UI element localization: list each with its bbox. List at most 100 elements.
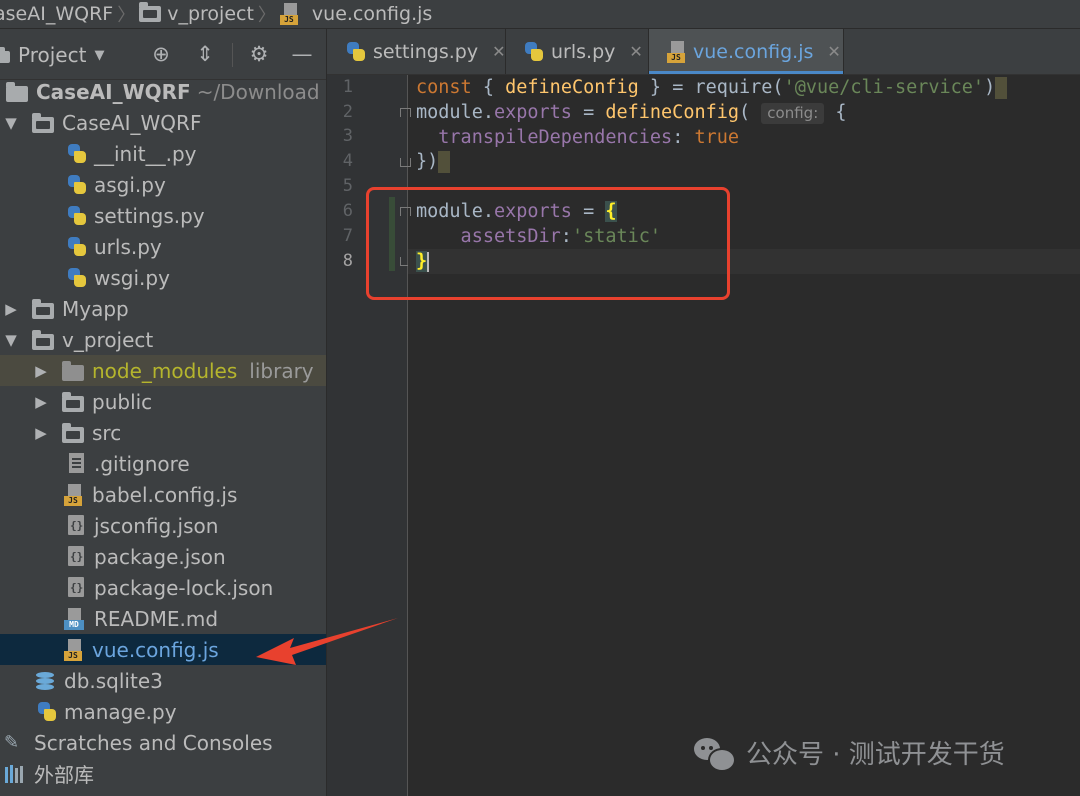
python-file-icon: [66, 236, 88, 258]
code-line-2: module.exports = defineConfig( config: {: [416, 100, 847, 125]
tree-item-v-project[interactable]: ▼ v_project: [0, 324, 326, 355]
code-editor[interactable]: 1 2 3 4 5 6 7 8 const { defineConfig } =…: [327, 75, 1080, 796]
json-file-icon: {}: [66, 576, 88, 599]
folder-icon: [32, 298, 54, 319]
tree-item-label: __init__.py: [94, 141, 197, 166]
tree-item-urls-py[interactable]: urls.py: [0, 231, 326, 262]
tree-item-label: asgi.py: [94, 172, 166, 197]
tree-item-scratches[interactable]: ✎ Scratches and Consoles: [0, 727, 326, 758]
tree-item-external-libraries[interactable]: 外部库: [0, 758, 326, 789]
code-token: :: [672, 127, 695, 148]
folder-icon: [6, 81, 28, 102]
tree-item-myapp[interactable]: ▶ Myapp: [0, 293, 326, 324]
breadcrumb-file-label: vue.config.js: [311, 3, 433, 25]
fold-end-icon[interactable]: [399, 155, 411, 169]
tree-item-jsconfig[interactable]: {} jsconfig.json: [0, 510, 326, 541]
code-line-4: }): [416, 149, 451, 174]
tree-item-label: CaseAI_WQRF: [62, 110, 202, 135]
tree-item-label: v_project: [62, 327, 154, 352]
tree-item-root[interactable]: CaseAI_WQRF ~/Download: [0, 76, 326, 107]
js-file-icon: JS: [64, 483, 84, 506]
python-file-icon: [66, 267, 88, 289]
collapse-all-button[interactable]: ⇕: [192, 41, 218, 67]
close-icon[interactable]: ✕: [629, 42, 642, 61]
tree-item-label: settings.py: [94, 203, 205, 228]
python-file-icon: [66, 205, 88, 227]
module-folder-icon: [32, 112, 54, 133]
tab-settings-py[interactable]: settings.py ✕: [327, 29, 506, 74]
breadcrumb-file[interactable]: JS vue.config.js: [279, 3, 433, 25]
tree-item-label: wsgi.py: [94, 265, 170, 290]
scratches-icon: ✎: [4, 731, 20, 753]
folder-icon: [62, 391, 84, 412]
locate-file-button[interactable]: ⊕: [148, 41, 174, 67]
tree-item-init-py[interactable]: __init__.py: [0, 138, 326, 169]
breadcrumb-project[interactable]: aseAI_WQRF: [0, 3, 113, 25]
wechat-icon: [694, 736, 736, 772]
collapsed-arrow-icon[interactable]: ▶: [34, 362, 48, 380]
expanded-arrow-icon[interactable]: ▼: [4, 114, 18, 132]
code-token: module.: [416, 102, 494, 123]
text-file-icon: [66, 452, 88, 475]
line-number: 3: [342, 126, 353, 146]
tab-label: urls.py: [551, 40, 616, 63]
code-token: '@vue/cli-service': [783, 77, 985, 98]
tab-label: settings.py: [373, 40, 479, 63]
tree-item-label: README.md: [94, 606, 219, 631]
tree-item-path-hint: ~/Download: [196, 79, 320, 104]
tree-item-manage-py[interactable]: manage.py: [0, 696, 326, 727]
tree-item-babel-config[interactable]: JS babel.config.js: [0, 479, 326, 510]
tab-urls-py[interactable]: urls.py ✕: [505, 29, 649, 74]
tree-item-wsgi-py[interactable]: wsgi.py: [0, 262, 326, 293]
tree-item-package-lock[interactable]: {} package-lock.json: [0, 572, 326, 603]
tree-item-label: urls.py: [94, 234, 162, 259]
gear-icon: ⚙: [249, 42, 269, 66]
fold-start-icon[interactable]: [399, 106, 411, 120]
breadcrumb-folder-label: v_project: [167, 3, 254, 25]
tree-item-gitignore[interactable]: .gitignore: [0, 448, 326, 479]
tree-item-label: public: [92, 389, 153, 414]
tree-item-label: src: [92, 420, 122, 445]
folder-icon: [62, 422, 84, 443]
project-panel-header: Project ▼ ⊕ ⇕ ⚙ —: [0, 29, 326, 80]
watermark: 公众号 · 测试开发干货: [694, 734, 1005, 772]
tree-item-label: db.sqlite3: [64, 668, 163, 693]
tab-label: vue.config.js: [693, 40, 814, 63]
js-file-icon: JS: [667, 40, 687, 63]
collapsed-arrow-icon[interactable]: ▶: [34, 424, 48, 442]
tree-item-src[interactable]: ▶ src: [0, 417, 326, 448]
tree-item-asgi-py[interactable]: asgi.py: [0, 169, 326, 200]
minimize-icon: —: [291, 42, 313, 66]
python-file-icon: [66, 174, 88, 196]
editor-tabs: settings.py ✕ urls.py ✕ JS vue.config.js…: [327, 29, 1080, 75]
python-file-icon: [523, 41, 545, 63]
close-icon[interactable]: ✕: [827, 42, 840, 61]
markdown-file-icon: MD: [64, 607, 86, 630]
tree-item-package-json[interactable]: {} package.json: [0, 541, 326, 572]
tree-item-settings-py[interactable]: settings.py: [0, 200, 326, 231]
tree-item-node-modules[interactable]: ▶ node_modules library: [0, 355, 326, 386]
tree-item-label: babel.config.js: [92, 482, 238, 507]
line-number: 1: [342, 77, 353, 97]
tree-item-label: package.json: [94, 544, 226, 569]
folder-icon: [62, 360, 84, 381]
line-number-current: 8: [342, 251, 353, 271]
hide-panel-button[interactable]: —: [289, 41, 315, 67]
tab-vue-config-js[interactable]: JS vue.config.js ✕: [649, 29, 844, 74]
chevron-down-icon: ▼: [94, 47, 105, 63]
project-panel: Project ▼ ⊕ ⇕ ⚙ — CaseAI_WQRF ~/Download…: [0, 29, 326, 796]
close-icon[interactable]: ✕: [492, 42, 505, 61]
tree-item-label: 外部库: [34, 763, 94, 787]
code-token: {: [471, 77, 506, 98]
arrow-annotation: [256, 618, 398, 665]
settings-button[interactable]: ⚙: [246, 41, 272, 67]
tree-item-public[interactable]: ▶ public: [0, 386, 326, 417]
tree-item-caseai-wqrf[interactable]: ▼ CaseAI_WQRF: [0, 107, 326, 138]
code-token: exports: [493, 102, 572, 123]
collapsed-arrow-icon[interactable]: ▶: [4, 300, 18, 318]
project-view-selector[interactable]: Project ▼: [0, 43, 104, 67]
expanded-arrow-icon[interactable]: ▼: [4, 331, 18, 349]
tree-item-label: Scratches and Consoles: [34, 730, 273, 755]
collapsed-arrow-icon[interactable]: ▶: [34, 393, 48, 411]
breadcrumb-folder[interactable]: v_project: [139, 2, 254, 25]
